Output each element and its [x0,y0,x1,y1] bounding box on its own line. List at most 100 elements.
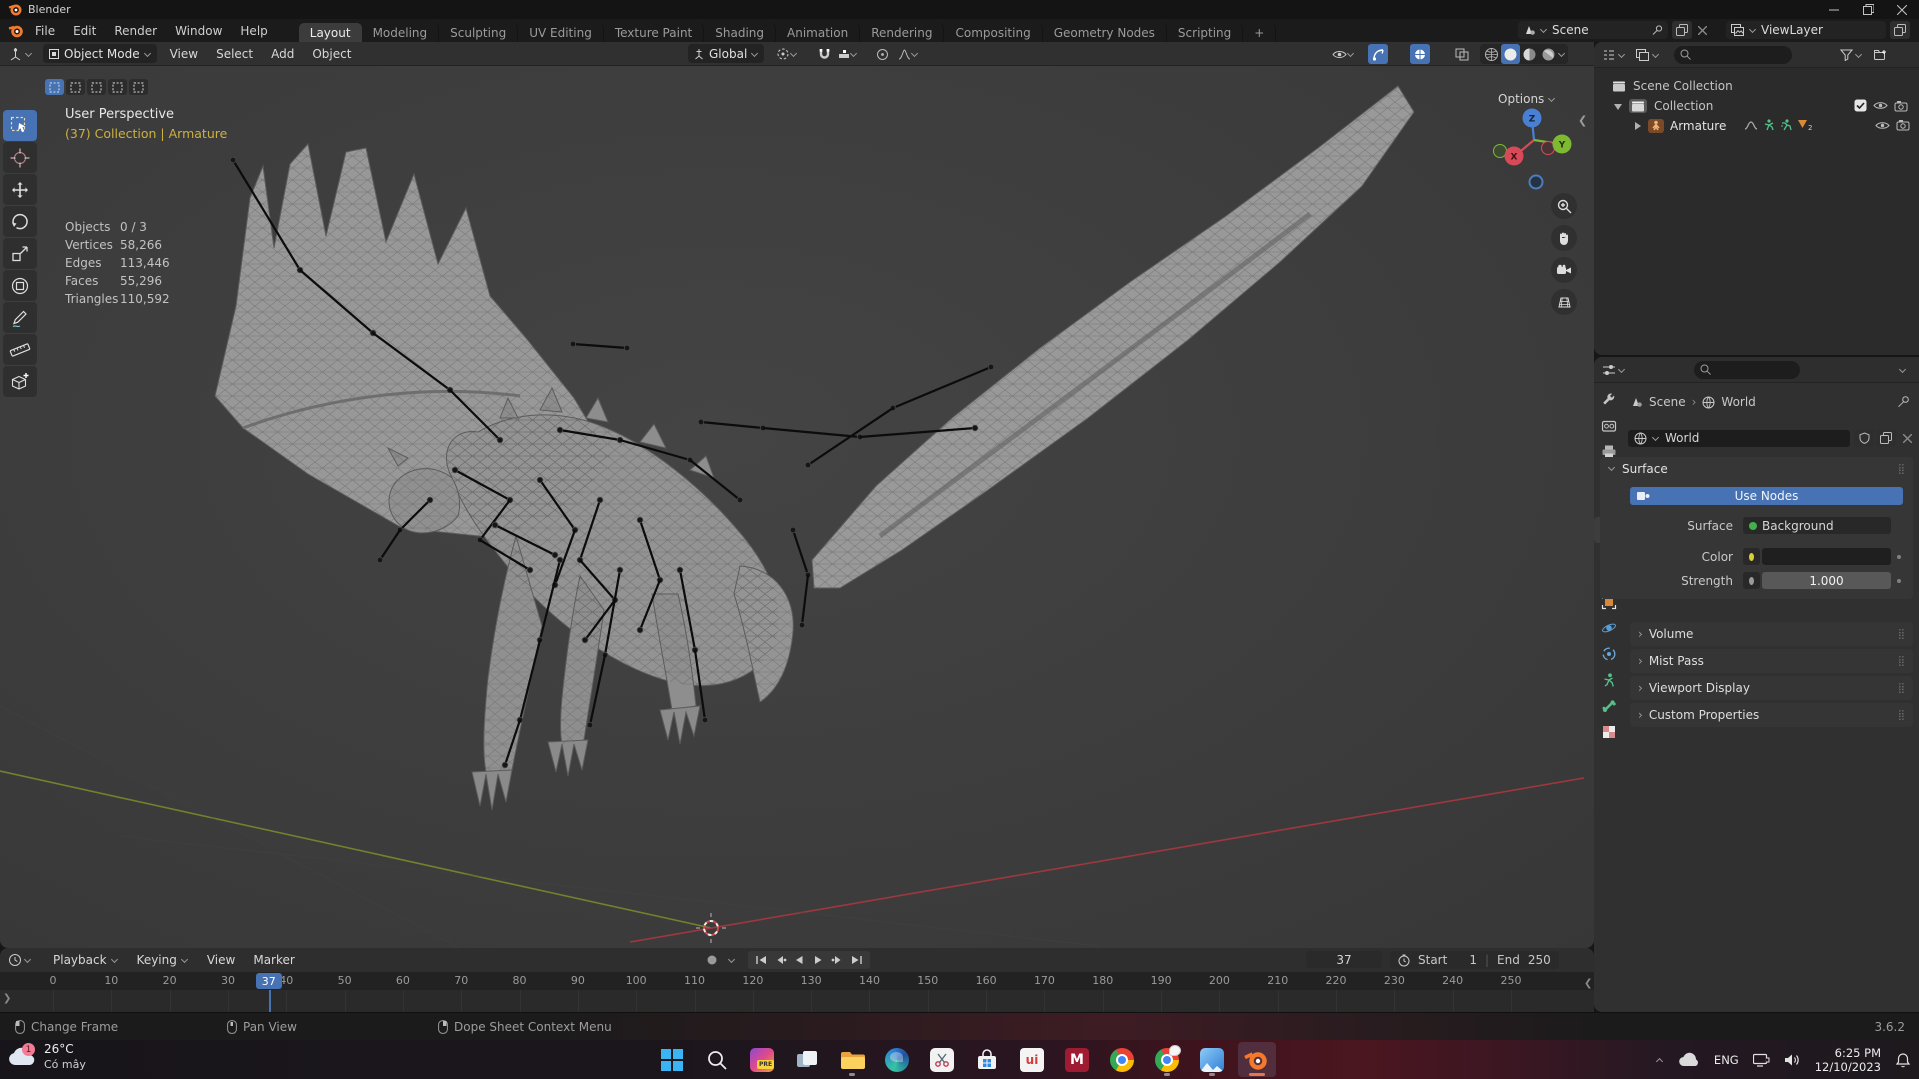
outliner-display-mode-button[interactable] [1634,45,1662,65]
breadcrumb-world[interactable]: World [1721,395,1755,409]
transport-prev-keyframe[interactable] [771,950,790,970]
camera-restrict-icon[interactable] [1896,119,1910,131]
tab-rendering[interactable]: Rendering [860,23,945,42]
tab-compositing[interactable]: Compositing [944,23,1043,42]
view-layer-selector[interactable]: ViewLayer [1726,21,1886,39]
select-mode-invert[interactable] [108,79,127,95]
taskbar-app-store[interactable] [968,1042,1006,1077]
orthographic-toggle-button[interactable] [1551,289,1577,315]
snap-toggle-button[interactable] [816,44,833,64]
breadcrumb-scene[interactable]: Scene [1649,395,1686,409]
zoom-gizmo-dot[interactable] [1528,174,1544,190]
transport-play-reverse[interactable] [790,950,809,970]
pivot-point-button[interactable] [774,44,800,64]
color-swatch-field[interactable] [1762,548,1891,565]
tool-measure[interactable] [3,334,37,365]
panel-viewport-display[interactable]: › Viewport Display ⣿ [1630,676,1913,700]
timeline-editor-type-button[interactable] [6,950,34,970]
snap-settings-button[interactable] [836,44,860,64]
expand-triangle-icon[interactable] [1614,103,1622,110]
taskbar-app-start[interactable] [653,1042,691,1077]
timeline-menu-keying[interactable]: Keying [128,953,198,967]
viewport-menu-add[interactable]: Add [262,47,303,61]
use-nodes-button[interactable]: Use Nodes [1630,487,1903,505]
panel-volume[interactable]: › Volume ⣿ [1630,622,1913,646]
maximize-button[interactable] [1851,0,1885,19]
strength-value-field[interactable]: 1.000 [1762,572,1891,589]
properties-editor-type-button[interactable] [1600,360,1628,380]
tool-move[interactable] [3,174,37,205]
tab-uv-editing[interactable]: UV Editing [518,23,604,42]
animate-color-dot[interactable] [1897,554,1901,559]
menu-window[interactable]: Window [166,19,231,42]
taskbar-app-search[interactable] [698,1042,736,1077]
tool-annotate[interactable] [3,302,37,333]
pin-icon[interactable] [1651,24,1663,36]
tray-language[interactable]: ENG [1714,1053,1739,1067]
timeline-menu-marker[interactable]: Marker [244,953,303,967]
tab-shading[interactable]: Shading [704,23,776,42]
outliner-row-collection[interactable]: Collection [1614,96,1713,116]
zoom-view-button[interactable] [1551,193,1577,219]
eye-icon[interactable] [1875,120,1890,131]
viewport-menu-object[interactable]: Object [303,47,360,61]
shading-dropdown[interactable] [1558,50,1566,58]
shading-material-button[interactable] [1520,44,1539,64]
shading-rendered-button[interactable] [1539,44,1558,64]
timeline-collapse-arrow[interactable]: ❮ [1584,978,1592,989]
proportional-editing-button[interactable] [874,44,891,64]
menu-help[interactable]: Help [231,19,276,42]
new-collection-button[interactable] [1869,44,1891,65]
properties-search-input[interactable] [1694,360,1800,379]
end-value[interactable]: 250 [1528,953,1551,967]
pin-icon[interactable] [1897,395,1910,408]
select-mode-extend[interactable] [66,79,85,95]
menu-file[interactable]: File [26,19,64,42]
dragon-model[interactable] [214,85,1415,811]
taskbar-app-photos[interactable] [1193,1042,1231,1077]
show-overlays-toggle[interactable] [1410,44,1430,64]
camera-view-button[interactable] [1551,257,1577,283]
tool-select-box[interactable] [3,110,37,141]
timeline-menu-view[interactable]: View [198,953,244,967]
view-layer-copy-button[interactable] [1890,21,1910,39]
taskbar-app-pre-app[interactable]: PRE [743,1042,781,1077]
proportional-falloff-button[interactable] [896,44,921,64]
taskbar-app-chrome[interactable] [1103,1042,1141,1077]
transport-next-keyframe[interactable] [828,950,847,970]
outliner-row-scene-collection[interactable]: Scene Collection [1612,76,1733,96]
camera-restrict-icon[interactable] [1894,100,1908,112]
network-icon[interactable] [1752,1040,1770,1079]
notification-bell-icon[interactable] [1895,1040,1911,1079]
copy-datablock-button[interactable] [1876,429,1896,447]
current-frame-field[interactable]: 37 [1306,951,1382,968]
outliner-row-armature[interactable]: Armature [1634,116,1726,136]
tray-clock[interactable]: 6:25 PM 12/10/2023 [1815,1046,1881,1074]
tool-scale[interactable] [3,238,37,269]
collapse-triangle-icon[interactable] [1634,122,1642,130]
outliner-filter-button[interactable] [1838,45,1865,65]
xray-toggle[interactable] [1452,44,1472,64]
taskbar-app-m-app[interactable]: M [1058,1042,1096,1077]
properties-tab-render[interactable] [1594,413,1624,439]
tab-modeling[interactable]: Modeling [362,23,440,42]
editor-type-button[interactable] [6,44,35,64]
playhead-label[interactable]: 37 [255,973,282,989]
taskbar-app-snipping-tool[interactable] [923,1042,961,1077]
taskbar-app-unikey[interactable]: ui [1013,1042,1051,1077]
select-mode-subtract[interactable] [87,79,106,95]
surface-panel-header[interactable]: Surface ⣿ [1600,457,1913,481]
visibility-dropdown[interactable] [1330,44,1357,64]
world-datablock-field[interactable]: World [1628,429,1850,447]
menu-render[interactable]: Render [105,19,166,42]
taskbar-app-edge[interactable] [878,1042,916,1077]
minimize-button[interactable] [1817,0,1851,19]
auto-keying-dropdown[interactable] [725,951,739,969]
onedrive-icon[interactable] [1678,1040,1700,1079]
menu-edit[interactable]: Edit [64,19,105,42]
tool-rotate[interactable] [3,206,37,237]
taskbar-app-chrome-alt[interactable] [1148,1042,1186,1077]
timeline-expand-arrow[interactable]: ❯ [3,993,11,1004]
checkbox-icon[interactable] [1854,99,1867,112]
transport-jump-start[interactable] [752,950,771,970]
